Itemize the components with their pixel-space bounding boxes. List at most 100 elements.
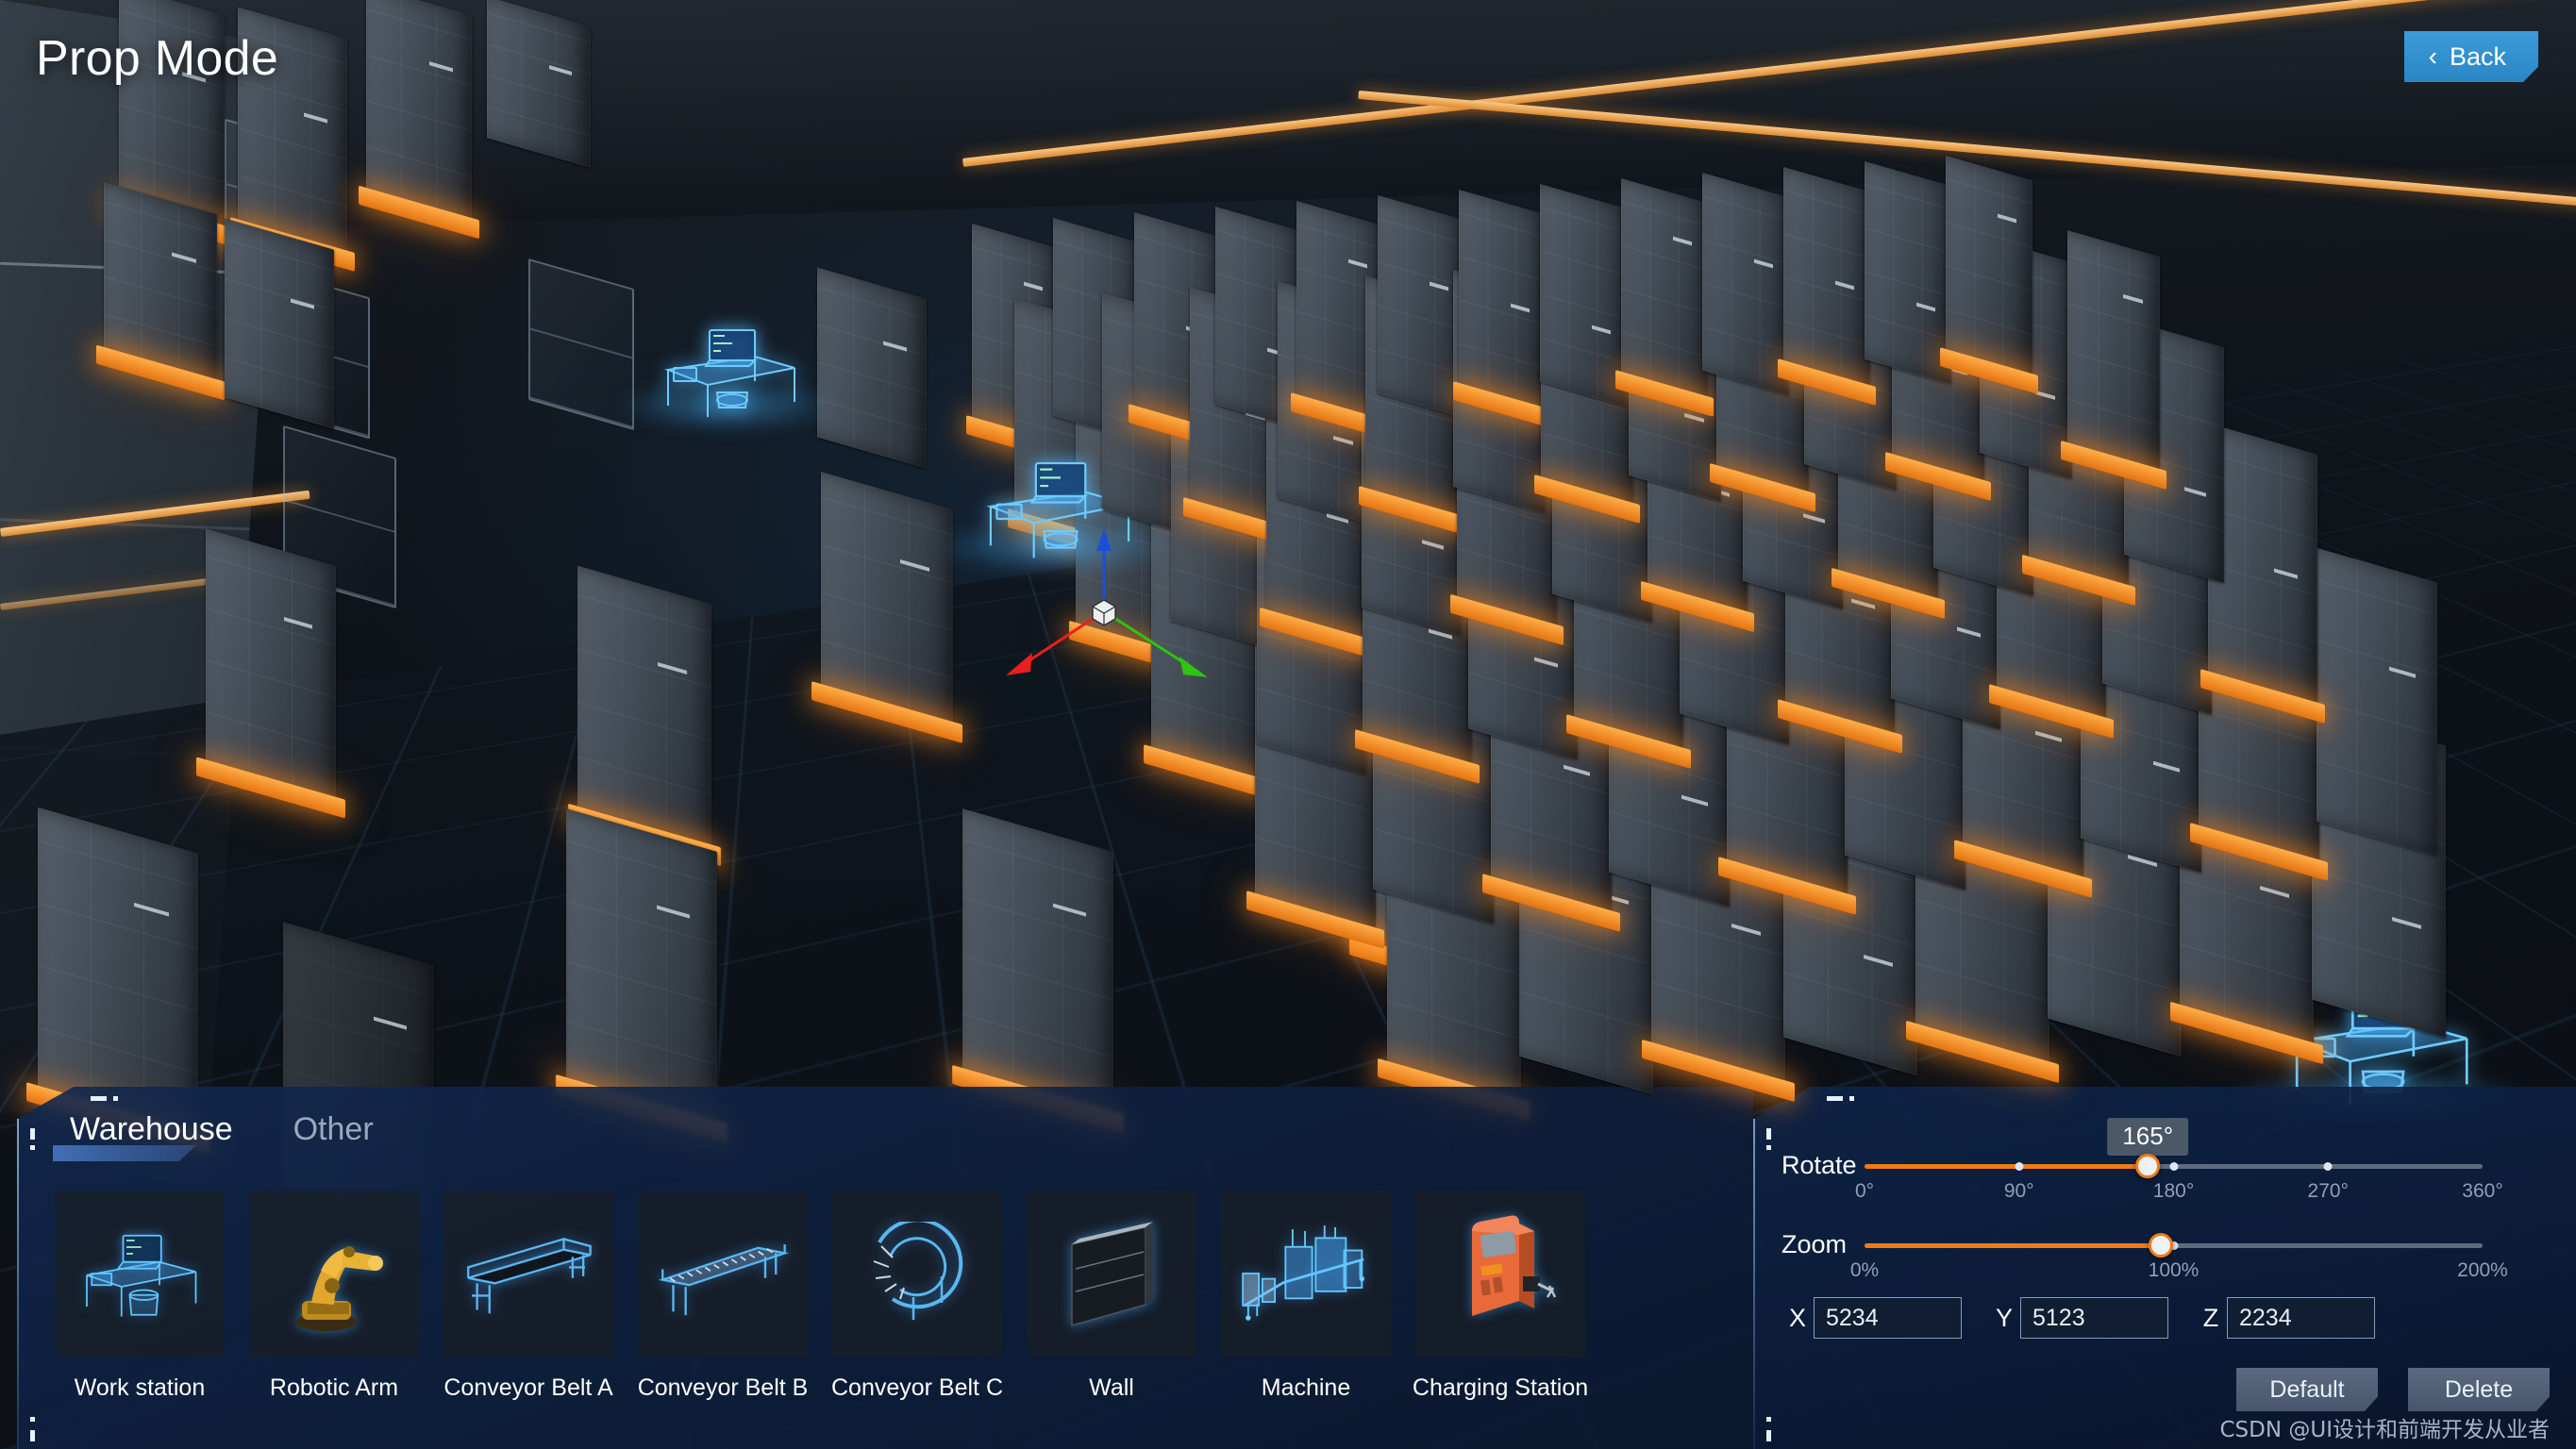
prop-item-label: Conveyor Belt A [443, 1374, 612, 1402]
rotate-tick-label: 90° [2004, 1180, 2034, 1203]
prop-item-label: Machine [1262, 1374, 1351, 1402]
rotate-tick-dot [2015, 1162, 2023, 1171]
default-button[interactable]: Default [2236, 1368, 2378, 1411]
panel-deco-mark [1766, 1145, 1771, 1150]
coord-y: Y [1988, 1297, 2168, 1339]
workstation-hologram-icon [74, 1217, 206, 1330]
rotate-label: Rotate [1781, 1151, 1865, 1180]
pallet-stack [487, 0, 591, 168]
zoom-slider[interactable]: 0% 100% 200% [1865, 1241, 2483, 1250]
machine-icon [1230, 1217, 1381, 1330]
tab-other[interactable]: Other [293, 1111, 374, 1163]
prop-thumbnail [249, 1191, 419, 1357]
pallet-stack [1702, 173, 1789, 395]
coord-z-input[interactable] [2227, 1297, 2375, 1339]
panel-action-buttons: Default Delete [2236, 1368, 2550, 1411]
pallet-stack [1783, 167, 1870, 390]
zoom-tick-label: 200% [2457, 1259, 2508, 1282]
pallet-stack [1946, 156, 2032, 378]
prop-thumbnail [1221, 1191, 1391, 1357]
chevron-left-icon: ‹ [2429, 43, 2437, 70]
prop-item-machine[interactable]: Machine [1221, 1191, 1391, 1402]
prop-thumbnail [443, 1191, 613, 1357]
coord-x-label: X [1781, 1304, 1814, 1333]
panel-deco-mark [30, 1128, 35, 1140]
panel-deco-mark [30, 1145, 35, 1150]
coord-x-input[interactable] [1814, 1297, 1962, 1339]
prop-item-label: Robotic Arm [270, 1374, 398, 1402]
tab-warehouse[interactable]: Warehouse [70, 1111, 233, 1163]
prop-item-label: Work station [75, 1374, 205, 1402]
back-button[interactable]: ‹ Back [2404, 31, 2538, 82]
prop-item-conveyor-belt-b[interactable]: Conveyor Belt B [638, 1191, 808, 1402]
panel-deco-mark [30, 1417, 35, 1422]
rotate-slider-handle[interactable] [2135, 1154, 2160, 1178]
coord-z: Z [2195, 1297, 2375, 1339]
gizmo-z-arrow [1096, 528, 1112, 551]
prop-thumbnail [55, 1191, 225, 1357]
pallet-stack [962, 808, 1113, 1116]
rotate-tick-label: 0° [1855, 1180, 1874, 1203]
prop-item-list: Work station Robotic Arm Conveyor Belt A… [55, 1191, 1610, 1402]
prop-thumbnail [1415, 1191, 1585, 1357]
rotate-tick-dot [2169, 1162, 2178, 1171]
zoom-track-fill [1865, 1243, 2161, 1248]
panel-deco-mark [1827, 1096, 1843, 1101]
coord-y-input[interactable] [2020, 1297, 2168, 1339]
prop-thumbnail [638, 1191, 808, 1357]
zoom-tick-label: 0% [1850, 1259, 1879, 1282]
gizmo-y-arrow [1179, 657, 1208, 677]
pallet-stack [1378, 195, 1464, 418]
pallet-stack [817, 267, 927, 468]
delete-button-accent-bar [2400, 1371, 2406, 1407]
coord-x: X [1781, 1297, 1962, 1339]
pallet-stack [225, 218, 334, 428]
tab-active-underline [53, 1145, 196, 1161]
panel-deco-mark [113, 1096, 118, 1101]
coordinate-inputs: X Y Z [1781, 1297, 2375, 1339]
gizmo-x-axis [1021, 611, 1104, 666]
pallet-stack [206, 528, 336, 802]
zoom-tick-label: 100% [2149, 1259, 2200, 1282]
default-button-accent-bar [2229, 1371, 2234, 1407]
panel-deco-mark [1766, 1128, 1771, 1140]
prop-item-work-station[interactable]: Work station [55, 1191, 225, 1402]
panel-deco-mark [1766, 1430, 1771, 1441]
coord-z-label: Z [2195, 1304, 2227, 1333]
pallet-stack [2208, 423, 2317, 707]
prop-thumbnail [1027, 1191, 1196, 1357]
prop-item-conveyor-belt-c[interactable]: Conveyor Belt C [832, 1191, 1002, 1402]
tab-warehouse-label: Warehouse [70, 1111, 233, 1147]
rotate-tick-dot [2324, 1162, 2333, 1171]
back-button-label: Back [2450, 42, 2506, 72]
panel-deco-mark [30, 1430, 35, 1441]
rotate-tick-label: 270° [2308, 1180, 2349, 1203]
pallet-stack [1621, 178, 1708, 401]
gizmo-center-cube [1093, 600, 1115, 625]
prop-item-charging-station[interactable]: Charging Station [1415, 1191, 1585, 1402]
hologram-workstation[interactable] [651, 319, 802, 427]
default-button-label: Default [2269, 1376, 2344, 1404]
rotate-track-fill [1865, 1164, 2148, 1169]
pallet-stack [577, 566, 711, 850]
pallet-stack [566, 808, 717, 1125]
transform-panel: Rotate 165° 0° 90° 180° 270° 360° Zoom 0… [1753, 1087, 2576, 1449]
zoom-slider-handle[interactable] [2149, 1233, 2173, 1257]
panel-deco-mark [1849, 1096, 1854, 1101]
charging-station-icon [1444, 1210, 1557, 1338]
rotate-slider[interactable]: 165° 0° 90° 180° 270° 360° [1865, 1161, 2483, 1171]
category-tabs: Warehouse Other [70, 1111, 374, 1163]
zoom-label: Zoom [1781, 1230, 1865, 1259]
rotate-tick-label: 360° [2462, 1180, 2502, 1203]
prop-item-wall[interactable]: Wall [1027, 1191, 1196, 1402]
delete-button[interactable]: Delete [2408, 1368, 2550, 1411]
pallet-stack [821, 472, 953, 726]
pallet-stack [104, 182, 217, 384]
prop-item-label: Conveyor Belt C [831, 1374, 1003, 1402]
prop-item-robotic-arm[interactable]: Robotic Arm [249, 1191, 419, 1402]
wall-icon [1055, 1212, 1168, 1335]
tab-other-label: Other [293, 1111, 374, 1147]
prop-item-conveyor-belt-a[interactable]: Conveyor Belt A [443, 1191, 613, 1402]
conveyor-belt-c-icon [851, 1222, 983, 1325]
panel-deco-mark [91, 1096, 107, 1101]
